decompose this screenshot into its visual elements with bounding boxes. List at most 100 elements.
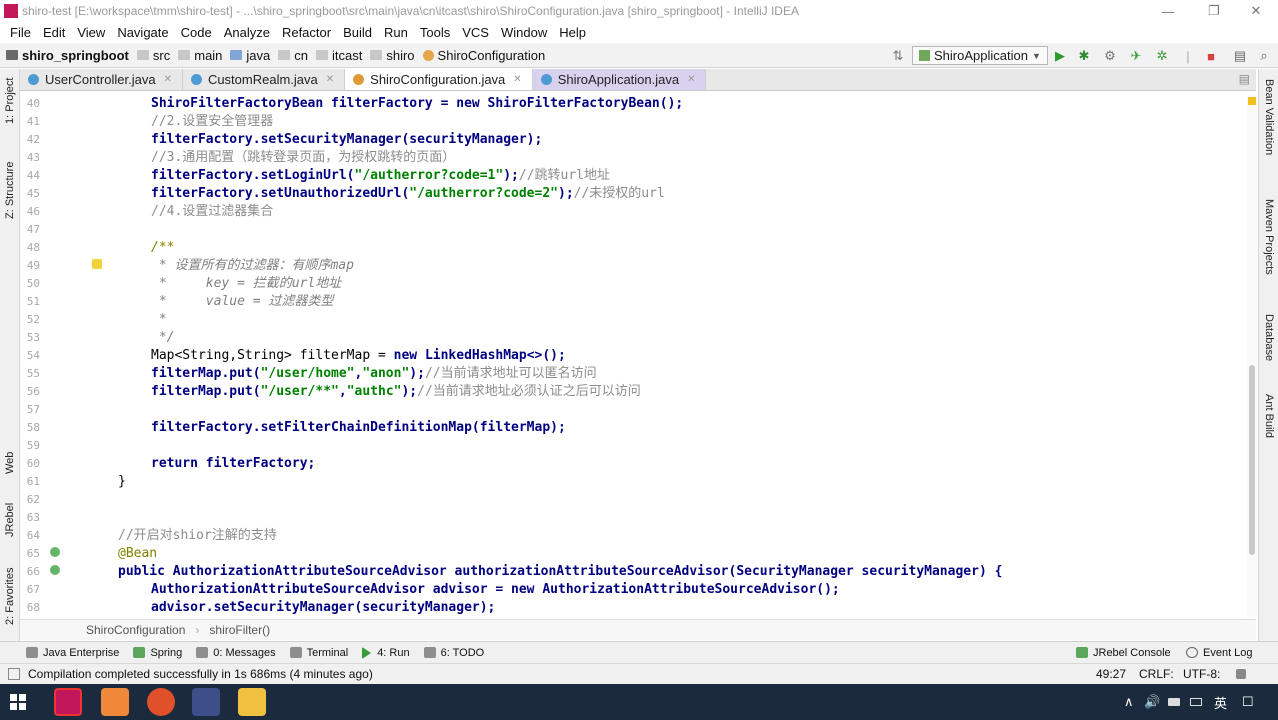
scrollbar-thumb[interactable]	[1249, 365, 1255, 555]
search-everywhere-icon[interactable]: ⌕	[1256, 48, 1272, 64]
crumb-itcast[interactable]: itcast	[316, 48, 362, 63]
toggle-tool-windows-icon[interactable]	[8, 668, 20, 680]
crumb-project[interactable]: shiro_springboot	[6, 48, 129, 63]
tool-jrebel[interactable]: JRebel	[4, 503, 16, 537]
crumb-src[interactable]: src	[136, 48, 170, 63]
menu-file[interactable]: File	[4, 25, 37, 40]
spring-bean-icon[interactable]	[50, 565, 60, 575]
windows-start-icon[interactable]	[10, 694, 26, 710]
tool-ant-build[interactable]: Ant Build	[1263, 394, 1275, 438]
crumb-cn[interactable]: cn	[278, 48, 308, 63]
menu-help[interactable]: Help	[553, 25, 592, 40]
lock-icon[interactable]	[1236, 669, 1246, 679]
tool-maven-projects[interactable]: Maven Projects	[1263, 199, 1275, 275]
tab-list-icon[interactable]: ▤	[1239, 72, 1250, 86]
network-icon[interactable]	[1168, 684, 1182, 720]
volume-icon[interactable]: 🔊	[1144, 684, 1160, 720]
menu-tools[interactable]: Tools	[414, 25, 456, 40]
close-icon[interactable]: ✕	[164, 74, 172, 85]
intellij-taskbar-icon[interactable]	[54, 688, 82, 716]
line-separator[interactable]: CRLF:	[1139, 667, 1174, 681]
sublime-taskbar-icon[interactable]	[101, 688, 129, 716]
menu-edit[interactable]: Edit	[37, 25, 71, 40]
code-line-45: filterFactory.setUnauthorizedUrl("/authe…	[151, 186, 665, 201]
code-editor[interactable]: ShiroFilterFactoryBean filterFactory = n…	[68, 95, 1246, 617]
jrebel-debug-icon[interactable]: ✲	[1154, 48, 1170, 64]
code-line-46: //4.设置过滤器集合	[151, 204, 274, 219]
firefox-taskbar-icon[interactable]	[147, 688, 175, 716]
coverage-icon[interactable]: ⚙	[1102, 48, 1118, 64]
menu-run[interactable]: Run	[378, 25, 414, 40]
close-icon[interactable]: ✕	[513, 74, 521, 85]
tool-project[interactable]: 1: Project	[4, 78, 16, 124]
menu-navigate[interactable]: Navigate	[111, 25, 174, 40]
crumb-class[interactable]: ShiroConfiguration	[422, 48, 545, 63]
tool-web[interactable]: Web	[4, 452, 16, 474]
project-structure-icon[interactable]: ▤	[1232, 48, 1248, 64]
caret-position[interactable]: 49:27	[1096, 667, 1126, 681]
tray-show-hidden[interactable]: ∧	[1124, 684, 1134, 720]
line-number: 54	[26, 349, 40, 362]
run-icon[interactable]: ▶	[1052, 48, 1068, 64]
status-bar: Compilation completed successfully in 1s…	[0, 663, 1278, 684]
code-line-55: filterMap.put("/user/home","anon");//当前请…	[151, 366, 597, 381]
menu-code[interactable]: Code	[175, 25, 218, 40]
tab-customrealm[interactable]: CustomRealm.java ✕	[183, 69, 346, 90]
menu-window[interactable]: Window	[495, 25, 553, 40]
terminal-icon	[289, 647, 302, 658]
stop-icon[interactable]: ■	[1203, 48, 1219, 64]
maximize-button[interactable]: ❐	[1192, 0, 1236, 22]
crumb-shiro[interactable]: shiro	[370, 48, 415, 63]
spring-icon	[133, 647, 146, 658]
close-button[interactable]: ✕	[1234, 0, 1278, 22]
line-number: 53	[26, 331, 40, 344]
code-line-61: }	[118, 474, 126, 489]
close-icon[interactable]: ✕	[326, 74, 334, 85]
warning-marker-icon[interactable]	[1248, 97, 1256, 105]
run-configuration-select[interactable]: ShiroApplication ▼	[912, 46, 1048, 65]
breadcrumb-method[interactable]: shiroFilter()	[209, 623, 270, 637]
debug-icon[interactable]: ✱	[1076, 48, 1092, 64]
tab-shiroconfiguration[interactable]: ShiroConfiguration.java ✕	[345, 69, 533, 90]
input-method-indicator[interactable]: 英	[1214, 684, 1227, 720]
spring-bean-icon[interactable]	[50, 547, 60, 557]
line-number: 68	[26, 601, 40, 614]
crumb-main[interactable]: main	[178, 48, 222, 63]
build-icon[interactable]: ⇅	[890, 48, 906, 64]
close-icon[interactable]: ✕	[687, 74, 695, 85]
notification-icon[interactable]: ☐	[1242, 684, 1254, 720]
crumb-java[interactable]: java	[230, 48, 270, 63]
file-explorer-taskbar-icon[interactable]	[238, 688, 266, 716]
menu-vcs[interactable]: VCS	[456, 25, 495, 40]
folder-icon	[136, 50, 149, 60]
menu-view[interactable]: View	[71, 25, 111, 40]
menu-refactor[interactable]: Refactor	[276, 25, 337, 40]
file-encoding[interactable]: UTF-8:	[1183, 667, 1220, 681]
tool-favorites[interactable]: 2: Favorites	[4, 568, 16, 625]
menu-build[interactable]: Build	[337, 25, 378, 40]
project-icon	[6, 50, 18, 60]
tab-usercontroller[interactable]: UserController.java ✕	[20, 69, 183, 90]
line-number: 49	[26, 259, 40, 272]
status-message[interactable]: Compilation completed successfully in 1s…	[28, 667, 373, 681]
toolwindow-jrebel-console[interactable]: JRebel Console	[1076, 647, 1171, 659]
toolwindow-todo[interactable]: 6: TODO	[423, 647, 484, 659]
editor-scrollbar[interactable]	[1246, 95, 1258, 617]
toolwindow-terminal[interactable]: Terminal	[289, 647, 348, 659]
app-taskbar-icon[interactable]	[192, 688, 220, 716]
toolwindow-spring[interactable]: Spring	[133, 647, 182, 659]
tool-bean-validation[interactable]: Bean Validation	[1263, 79, 1275, 155]
toolwindow-java-enterprise[interactable]: Java Enterprise	[26, 647, 119, 659]
jrebel-run-icon[interactable]: ✈	[1128, 48, 1144, 64]
tool-structure[interactable]: Z: Structure	[4, 162, 16, 219]
minimize-button[interactable]: —	[1146, 0, 1190, 22]
toolwindow-run[interactable]: 4: Run	[362, 646, 410, 659]
toolwindow-messages[interactable]: 0: Messages	[196, 647, 276, 659]
keyboard-icon[interactable]	[1190, 684, 1204, 720]
toolwindow-event-log[interactable]: Event Log	[1186, 647, 1253, 659]
breadcrumb-class[interactable]: ShiroConfiguration	[86, 623, 185, 637]
code-line-49: * 设置所有的过滤器：有顺序map	[151, 258, 354, 273]
tab-shiroapplication[interactable]: ShiroApplication.java ✕	[532, 69, 707, 90]
tool-database[interactable]: Database	[1263, 314, 1275, 361]
menu-analyze[interactable]: Analyze	[218, 25, 276, 40]
